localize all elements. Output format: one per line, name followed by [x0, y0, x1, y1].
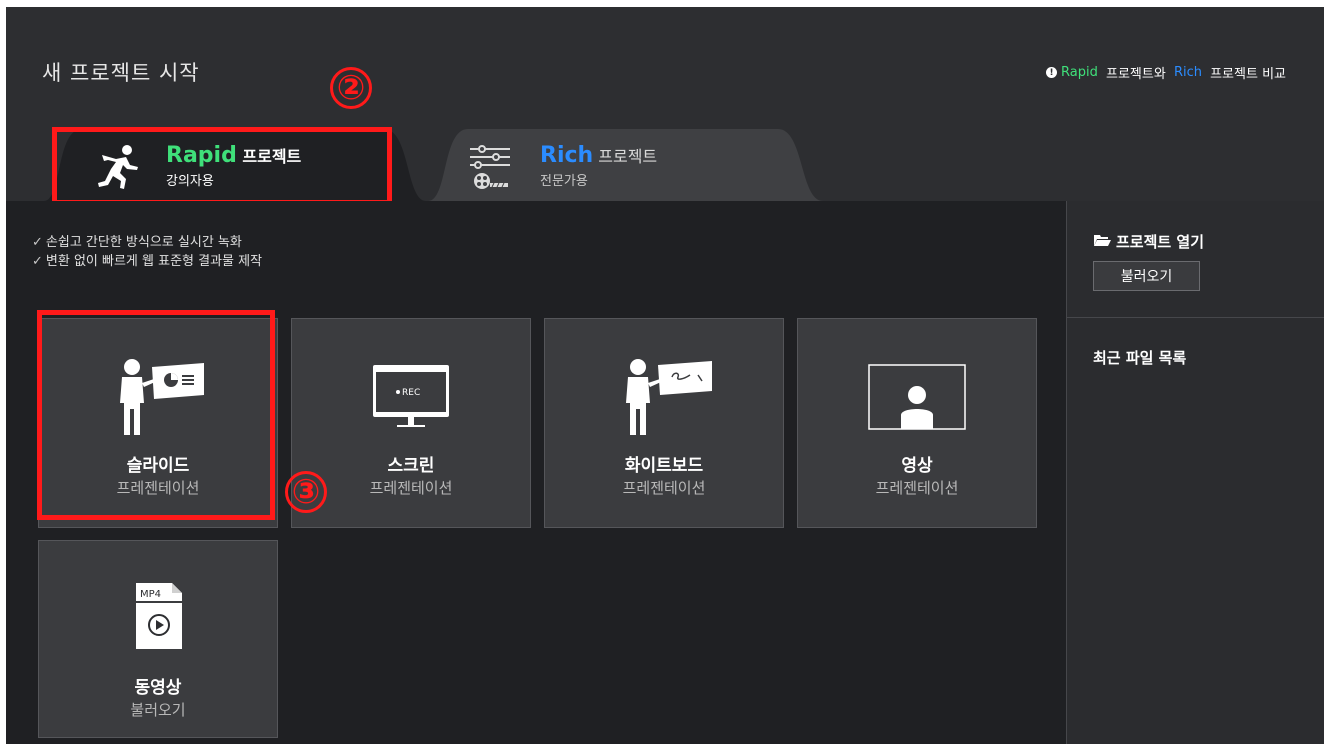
monitor-rec-icon: REC — [292, 355, 530, 439]
card-subtitle: 프레젠테이션 — [369, 479, 453, 497]
rapid-tab-suffix: 프로젝트 — [236, 147, 302, 166]
mp4-file-icon: MP4 — [39, 579, 277, 663]
rapid-tab-subtitle: 강의자용 — [166, 174, 214, 189]
recent-files-title: 최근 파일 목록 — [1093, 349, 1187, 367]
presenter-slide-icon — [39, 355, 277, 439]
tab-rapid-project[interactable]: Rapid 프로젝트 강의자용 — [44, 129, 426, 201]
card-screen-presentation[interactable]: REC 스크린 프레젠테이션 — [291, 318, 531, 528]
rapid-tab-name: Rapid — [166, 143, 237, 168]
tab-rich-project[interactable]: Rich 프로젝트 전문가용 — [428, 129, 823, 201]
feature-text: 손쉽고 간단한 방식으로 실시간 녹화 — [45, 235, 242, 250]
presenter-whiteboard-icon — [545, 355, 783, 439]
feature-item: ✓ 변환 없이 빠르게 웹 표준형 결과물 제작 — [32, 252, 262, 271]
compare-mid-label: 프로젝트와 — [1101, 67, 1170, 82]
compare-projects-link[interactable]: ! Rapid 프로젝트와 Rich 프로젝트 비교 — [1046, 63, 1286, 82]
card-slide-presentation[interactable]: 슬라이드 프레젠테이션 — [38, 318, 278, 528]
card-subtitle: 프레젠테이션 — [622, 479, 706, 497]
annotation-marker-3: ③ — [285, 471, 327, 513]
check-icon: ✓ — [32, 254, 43, 269]
open-project-section: 프로젝트 열기 불러오기 — [1067, 201, 1324, 318]
folder-open-icon — [1093, 233, 1111, 251]
open-project-title: 프로젝트 열기 — [1093, 231, 1204, 252]
card-video-presentation[interactable]: 영상 프레젠테이션 — [797, 318, 1037, 528]
right-sidebar: 프로젝트 열기 불러오기 최근 파일 목록 — [1066, 201, 1324, 744]
card-title: 스크린 — [387, 456, 435, 476]
compare-tail-label: 프로젝트 비교 — [1205, 67, 1286, 82]
card-import-video[interactable]: MP4 동영상 불러오기 — [38, 540, 278, 738]
open-project-label: 프로젝트 열기 — [1116, 233, 1205, 251]
card-title: 슬라이드 — [126, 456, 190, 476]
compare-rich-label: Rich — [1173, 65, 1202, 80]
main-content: ✓ 손쉽고 간단한 방식으로 실시간 녹화 ✓ 변환 없이 빠르게 웹 표준형 결과… — [6, 201, 1066, 744]
card-subtitle: 불러오기 — [130, 701, 186, 719]
feature-item: ✓ 손쉽고 간단한 방식으로 실시간 녹화 — [32, 233, 262, 252]
mp4-label: MP4 — [140, 589, 161, 600]
import-project-button[interactable]: 불러오기 — [1093, 261, 1200, 291]
project-type-tabs: Rich 프로젝트 전문가용 Rapid 프로젝트 강의자용 — [6, 119, 1324, 201]
rich-tab-name: Rich — [540, 143, 594, 168]
equalizer-film-icon — [468, 143, 514, 195]
check-icon: ✓ — [32, 235, 43, 250]
card-title: 동영상 — [134, 678, 182, 698]
feature-text: 변환 없이 빠르게 웹 표준형 결과물 제작 — [45, 254, 263, 269]
page-title: 새 프로젝트 시작 — [42, 61, 200, 85]
video-person-icon — [798, 355, 1036, 439]
card-subtitle: 프레젠테이션 — [116, 479, 200, 497]
running-person-icon — [96, 143, 140, 195]
compare-rapid-label: Rapid — [1061, 65, 1098, 80]
feature-list: ✓ 손쉽고 간단한 방식으로 실시간 녹화 ✓ 변환 없이 빠르게 웹 표준형 결과… — [32, 233, 262, 271]
info-icon: ! — [1046, 67, 1058, 78]
card-title: 화이트보드 — [624, 456, 704, 476]
card-subtitle: 프레젠테이션 — [875, 479, 959, 497]
card-whiteboard-presentation[interactable]: 화이트보드 프레젠테이션 — [544, 318, 784, 528]
card-title: 영상 — [901, 456, 933, 476]
rich-tab-suffix: 프로젝트 — [593, 147, 658, 166]
rich-tab-subtitle: 전문가용 — [540, 174, 588, 189]
rec-label: REC — [402, 388, 420, 398]
annotation-marker-2: ② — [330, 67, 372, 109]
app-window: 새 프로젝트 시작 ! Rapid 프로젝트와 Rich 프로젝트 비교 Ric… — [6, 7, 1324, 744]
